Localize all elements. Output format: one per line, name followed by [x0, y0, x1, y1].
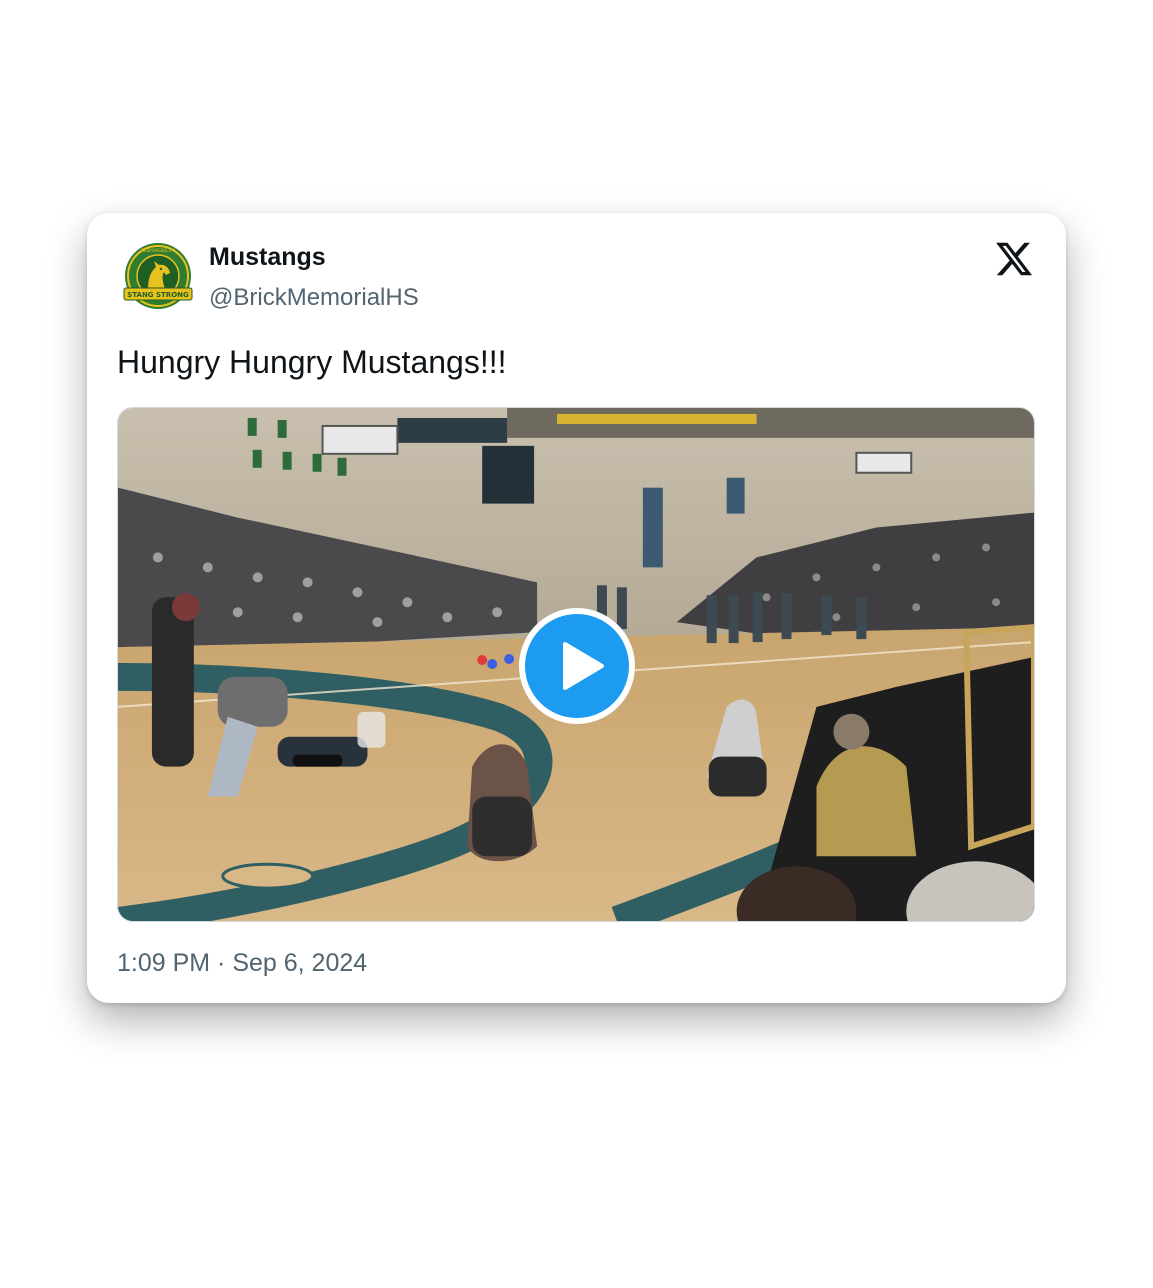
tweet-card: RESPONSIBILITY STANG STRONG Mustangs @Br…: [87, 213, 1066, 1003]
author-handle[interactable]: @BrickMemorialHS: [209, 284, 419, 312]
x-logo-icon[interactable]: [993, 239, 1035, 279]
video-player[interactable]: [117, 407, 1035, 922]
play-button[interactable]: [519, 608, 635, 724]
svg-text:RESPONSIBILITY: RESPONSIBILITY: [141, 248, 175, 253]
author-name[interactable]: Mustangs: [209, 243, 326, 272]
timestamp-separator: ·: [210, 949, 233, 977]
tweet-time[interactable]: 1:09 PM: [117, 949, 210, 977]
mustang-logo-icon: RESPONSIBILITY STANG STRONG: [123, 243, 193, 309]
tweet-date[interactable]: Sep 6, 2024: [232, 949, 367, 977]
tweet-text: Hungry Hungry Mustangs!!!: [117, 344, 507, 380]
tweet-timestamp[interactable]: 1:09 PM · Sep 6, 2024: [117, 949, 367, 978]
avatar[interactable]: RESPONSIBILITY STANG STRONG: [121, 242, 195, 316]
svg-text:STANG STRONG: STANG STRONG: [127, 291, 189, 299]
play-icon: [563, 642, 604, 690]
